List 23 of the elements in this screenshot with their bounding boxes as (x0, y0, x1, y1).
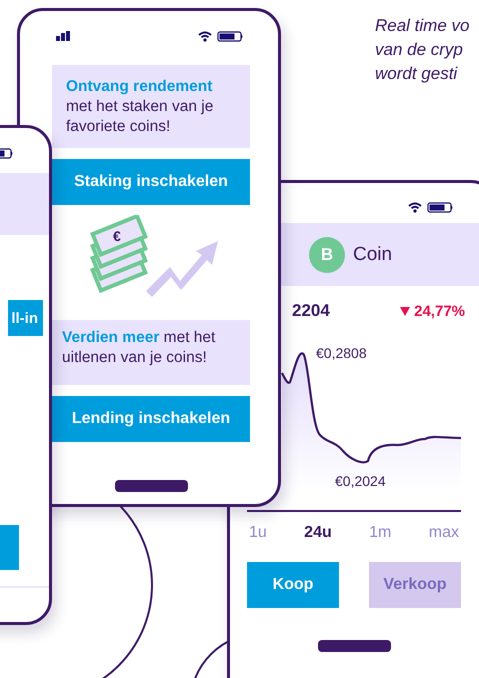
battery-icon (427, 202, 454, 212)
info-card: Verdien meer met het uitlenen van je coins! (52, 320, 250, 385)
enable-button[interactable]: Staking inschakelen (52, 159, 250, 205)
wifi-icon (198, 30, 212, 42)
trade-button[interactable]: Koop (247, 562, 339, 608)
intro-text: Real time vo van de cryp wordt gesti (375, 15, 470, 85)
wifi-icon (408, 202, 422, 212)
signal-icon (56, 31, 70, 41)
price-change: 24,77% (414, 302, 465, 320)
enable-button[interactable]: Lending inschakelen (52, 396, 250, 442)
coin-name: Coin (353, 244, 392, 266)
period-tab[interactable]: max (426, 524, 461, 542)
coin-price: 2204 (292, 301, 330, 321)
low-price-label: €0,2024 (335, 473, 386, 489)
period-tab[interactable]: 24u (302, 524, 334, 542)
period-tab[interactable]: 1m (367, 524, 394, 542)
coin-avatar: B (309, 236, 345, 272)
battery-icon (217, 30, 244, 42)
info-card: Ontvang rendement met het staken van je favoriete coins! (52, 65, 250, 148)
enable-button[interactable]: ll-in (8, 300, 43, 336)
money-growth-drawing: € (90, 215, 218, 297)
high-price-label: €0,2808 (316, 345, 367, 361)
period-tab[interactable]: 1u (247, 524, 269, 542)
